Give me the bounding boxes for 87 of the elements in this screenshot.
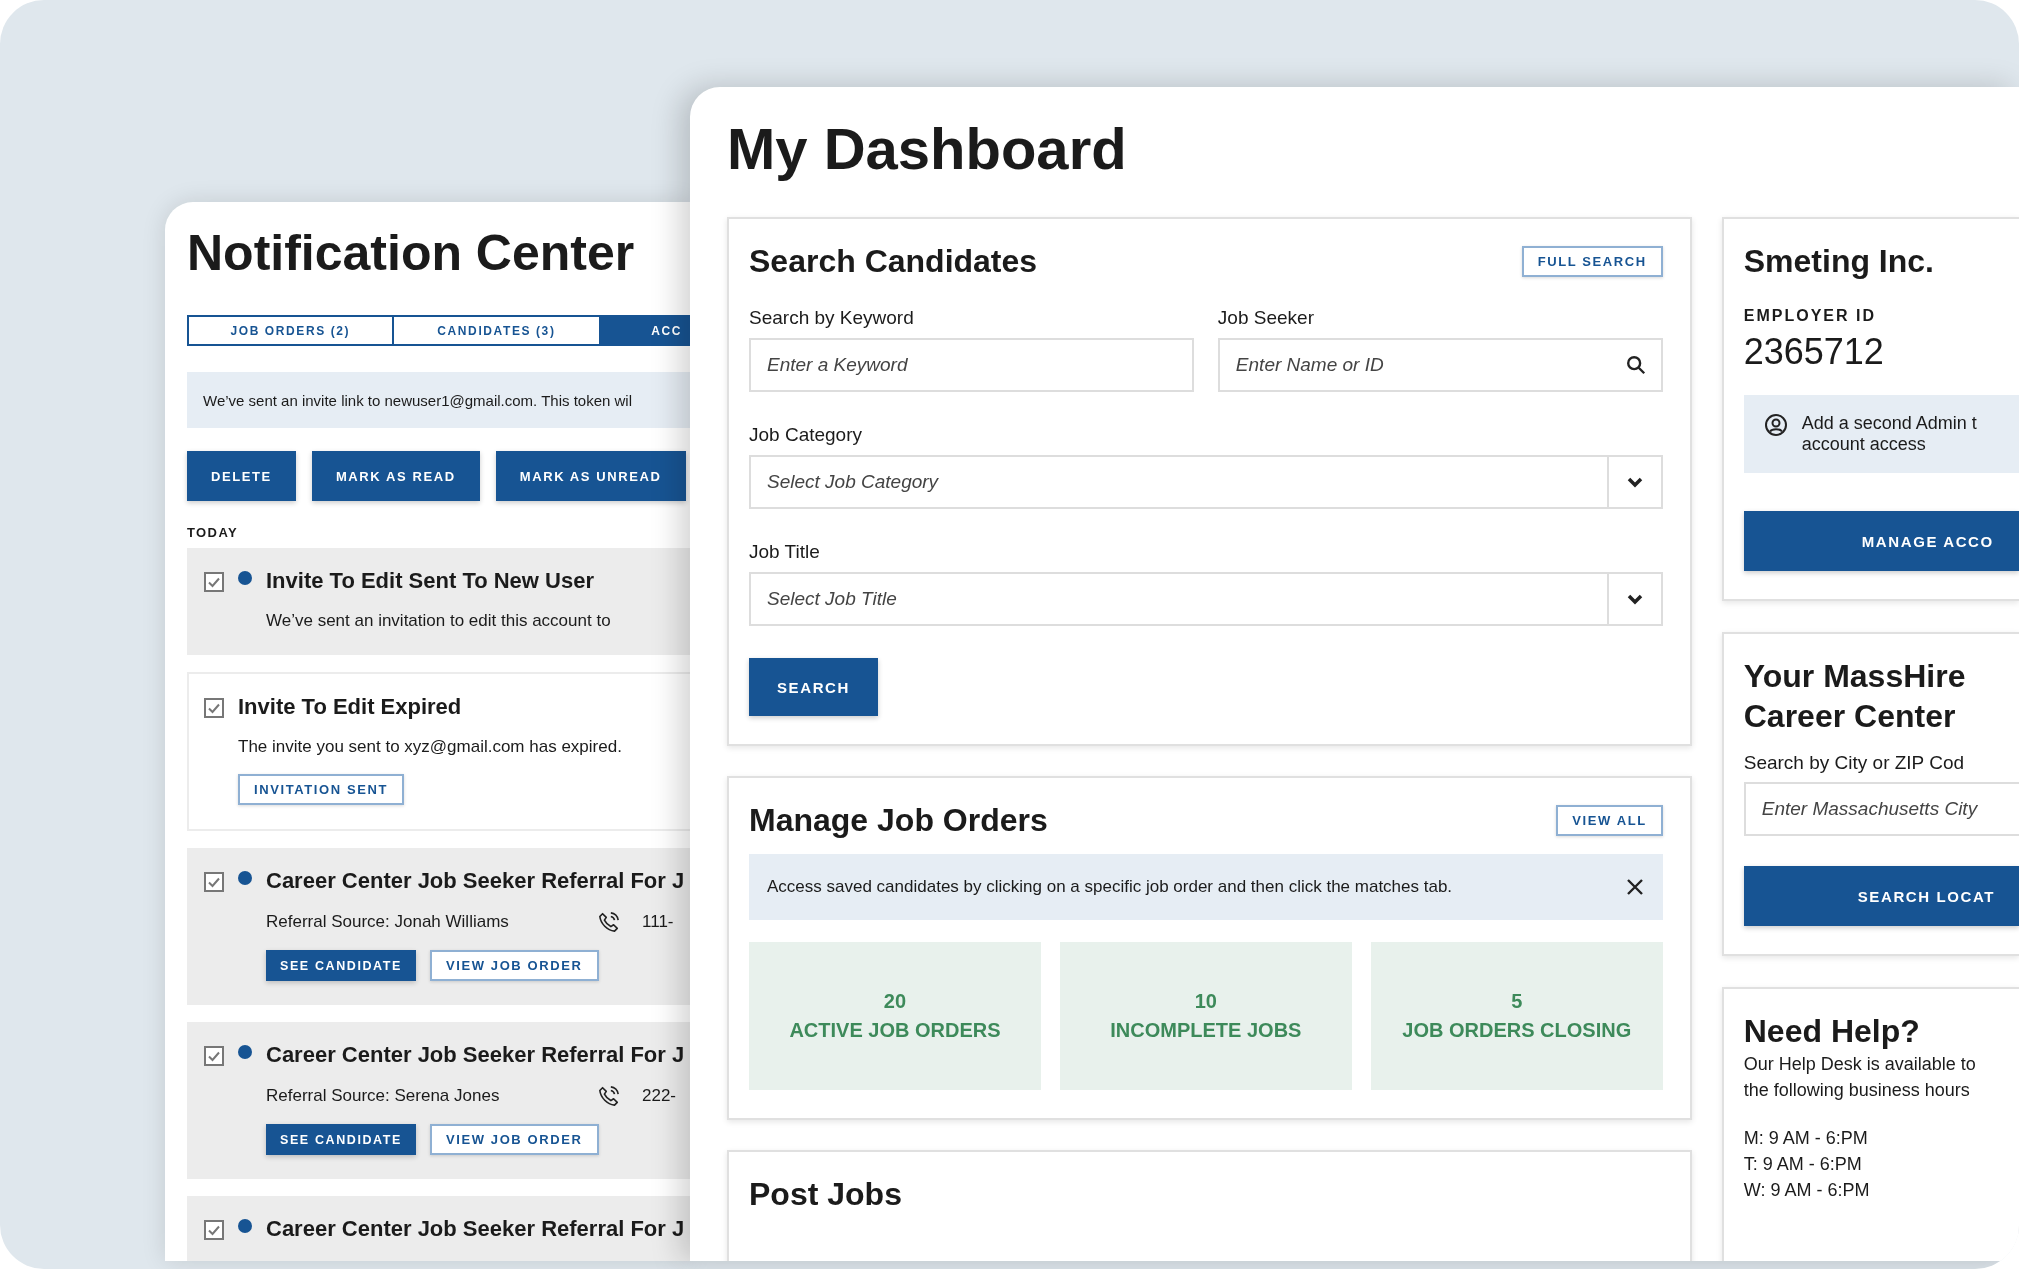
stat-count: 10: [1194, 990, 1217, 1013]
phone-number: 222-: [642, 1086, 677, 1106]
notification-card[interactable]: Invite To Edit Expired The invite you sent to xyz@gmail.com has expired. INVITATION SENT: [187, 672, 690, 831]
search-icon[interactable]: [1624, 354, 1647, 376]
info-text: Access saved candidates by clicking on a specific job order and then click the matches tab.: [767, 877, 1453, 897]
stat-label: INCOMPLETE JOBS: [1110, 1019, 1302, 1042]
checkbox[interactable]: [204, 1046, 224, 1066]
view-all-button[interactable]: VIEW ALL: [1556, 804, 1663, 836]
notification-title: Career Center Job Seeker Referral For J: [266, 868, 685, 894]
card-title: Need Help?: [1743, 1012, 1921, 1051]
chevron-down-icon: [1626, 476, 1643, 488]
close-icon[interactable]: [1624, 877, 1645, 897]
select-field[interactable]: Select Job Category: [749, 455, 1663, 509]
unread-dot: [238, 1219, 252, 1233]
employer-id: 2365712: [1743, 331, 1885, 373]
checkbox[interactable]: [204, 1220, 224, 1240]
phone-icon: [598, 1085, 620, 1107]
phone-icon: [598, 911, 620, 933]
referral-source: Referral Source: Serena Jones: [266, 1086, 501, 1106]
stat-label: JOB ORDERS CLOSING: [1402, 1019, 1632, 1042]
view-job-order-button[interactable]: VIEW JOB ORDER: [429, 950, 599, 981]
input-field[interactable]: Enter Name or ID: [1217, 338, 1663, 392]
business-hours: T: 9 AM - 6:PM: [1743, 1153, 1863, 1176]
card-title: Search Candidates: [749, 242, 1038, 281]
help-text: Our Help Desk is available to: [1743, 1053, 1977, 1076]
stat-tile[interactable]: 10 INCOMPLETE JOBS: [1059, 942, 1352, 1090]
card-title: Manage Job Orders: [749, 801, 1048, 840]
stat-label: ACTIVE JOB ORDERS: [789, 1019, 1001, 1042]
help-text: the following business hours: [1743, 1079, 1971, 1102]
tab[interactable]: CANDIDATES (3): [393, 315, 602, 346]
notification-card[interactable]: Career Center Job Seeker Referral For J Referral Source: Serena Jones 222- SEE CANDIDATE VIEW JOB ORDER: [187, 1022, 690, 1179]
card-title: Your MassHire Career Center: [1743, 657, 1967, 736]
city-input[interactable]: Enter Massachusetts City: [1743, 782, 2019, 836]
chevron-down-icon: [1626, 593, 1643, 605]
info-message: We’ve sent an invite link to newuser1@gmail.com. This token wil: [187, 372, 690, 428]
tab[interactable]: JOB ORDERS (2): [187, 315, 394, 346]
unread-dot: [238, 571, 252, 585]
notification-card[interactable]: Career Center Job Seeker Referral For J: [187, 1196, 690, 1261]
notification-title: Invite To Edit Expired: [238, 694, 463, 720]
search-button[interactable]: SEARCH: [749, 658, 878, 716]
referral-source: Referral Source: Jonah Williams: [266, 912, 510, 932]
input-field[interactable]: Enter a Keyword: [749, 338, 1194, 392]
see-candidate-button[interactable]: SEE CANDIDATE: [266, 950, 416, 981]
action-button[interactable]: MARK AS UNREAD: [495, 451, 686, 501]
search-location-button[interactable]: SEARCH LOCAT: [1743, 866, 2019, 926]
action-button[interactable]: MARK AS READ: [311, 451, 480, 501]
stat-count: 5: [1511, 990, 1523, 1013]
notification-title: Invite To Edit Sent To New User: [266, 568, 595, 594]
business-hours: W: 9 AM - 6:PM: [1743, 1179, 1871, 1202]
select-field[interactable]: Select Job Title: [749, 572, 1663, 626]
unread-dot: [238, 871, 252, 885]
company-name: Smeting Inc.: [1743, 242, 1935, 281]
checkbox[interactable]: [204, 698, 224, 718]
phone-number: 111-: [642, 912, 674, 932]
notification-title: Career Center Job Seeker Referral For J: [266, 1042, 685, 1068]
field-label: Job Category: [749, 424, 863, 446]
page-title: Notification Center: [187, 224, 636, 283]
info-text: account access: [1801, 434, 1927, 455]
field-label: Search by Keyword: [749, 307, 915, 329]
manage-account-button[interactable]: MANAGE ACCO: [1743, 511, 2019, 571]
notification-title: Career Center Job Seeker Referral For J: [266, 1216, 685, 1242]
stat-tile[interactable]: 20 ACTIVE JOB ORDERS: [749, 942, 1041, 1090]
field-label: EMPLOYER ID: [1743, 307, 1877, 325]
card-title: Post Jobs: [749, 1175, 903, 1214]
field-label: Job Title: [749, 541, 821, 563]
stat-tile[interactable]: 5 JOB ORDERS CLOSING: [1370, 942, 1663, 1090]
status-button[interactable]: INVITATION SENT: [238, 774, 405, 805]
action-button[interactable]: DELETE: [187, 451, 296, 501]
checkbox[interactable]: [204, 572, 224, 592]
stat-count: 20: [883, 990, 907, 1013]
full-search-button[interactable]: FULL SEARCH: [1521, 245, 1663, 277]
unread-dot: [238, 1045, 252, 1059]
field-label: Job Seeker: [1217, 307, 1315, 329]
info-text: Add a second Admin t: [1801, 413, 1977, 434]
user-circle-icon: [1763, 413, 1788, 437]
notification-card[interactable]: Career Center Job Seeker Referral For J Referral Source: Jonah Williams 111- SEE CANDIDATE VIEW JOB ORDER: [187, 848, 690, 1005]
see-candidate-button[interactable]: SEE CANDIDATE: [266, 1124, 416, 1155]
notification-card[interactable]: Invite To Edit Sent To New User We’ve sent an invitation to edit this account to: [187, 548, 690, 655]
business-hours: M: 9 AM - 6:PM: [1743, 1127, 1869, 1150]
field-label: Search by City or ZIP Cod: [1743, 752, 1966, 774]
section-label: TODAY: [187, 525, 240, 540]
view-job-order-button[interactable]: VIEW JOB ORDER: [429, 1124, 599, 1155]
page-title: My Dashboard: [727, 115, 1128, 183]
notification-text: We’ve sent an invitation to edit this account to: [266, 611, 611, 631]
notification-text: The invite you sent to xyz@gmail.com has expired.: [238, 737, 622, 757]
tab[interactable]: ACC: [601, 315, 690, 346]
checkbox[interactable]: [204, 872, 224, 892]
